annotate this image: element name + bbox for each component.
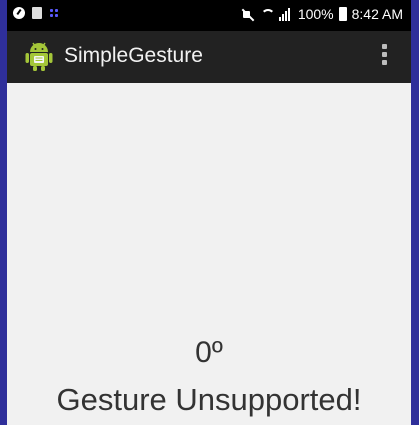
system-icons: 100% 8:42 AM (241, 6, 403, 22)
app-title: SimpleGesture (64, 44, 203, 67)
compass-icon (13, 7, 25, 19)
angle-value: 0º (195, 336, 223, 369)
signal-icon (278, 7, 293, 21)
wifi-icon (260, 7, 275, 21)
status-bar: 100% 8:42 AM (7, 0, 411, 31)
battery-icon (338, 7, 347, 21)
mute-icon (241, 7, 255, 21)
gesture-area[interactable]: 0º Gesture Unsupported! (7, 83, 411, 425)
gesture-status: Gesture Unsupported! (56, 382, 362, 417)
grid-icon (49, 8, 59, 18)
action-bar: SimpleGesture (7, 31, 411, 83)
battery-percent: 100% (297, 6, 334, 22)
notification-icons (13, 7, 59, 19)
more-vert-icon (381, 44, 387, 49)
overflow-menu-button[interactable] (379, 44, 389, 70)
clipboard-icon (32, 7, 42, 19)
android-robot-icon (25, 42, 53, 71)
clock: 8:42 AM (351, 6, 403, 22)
